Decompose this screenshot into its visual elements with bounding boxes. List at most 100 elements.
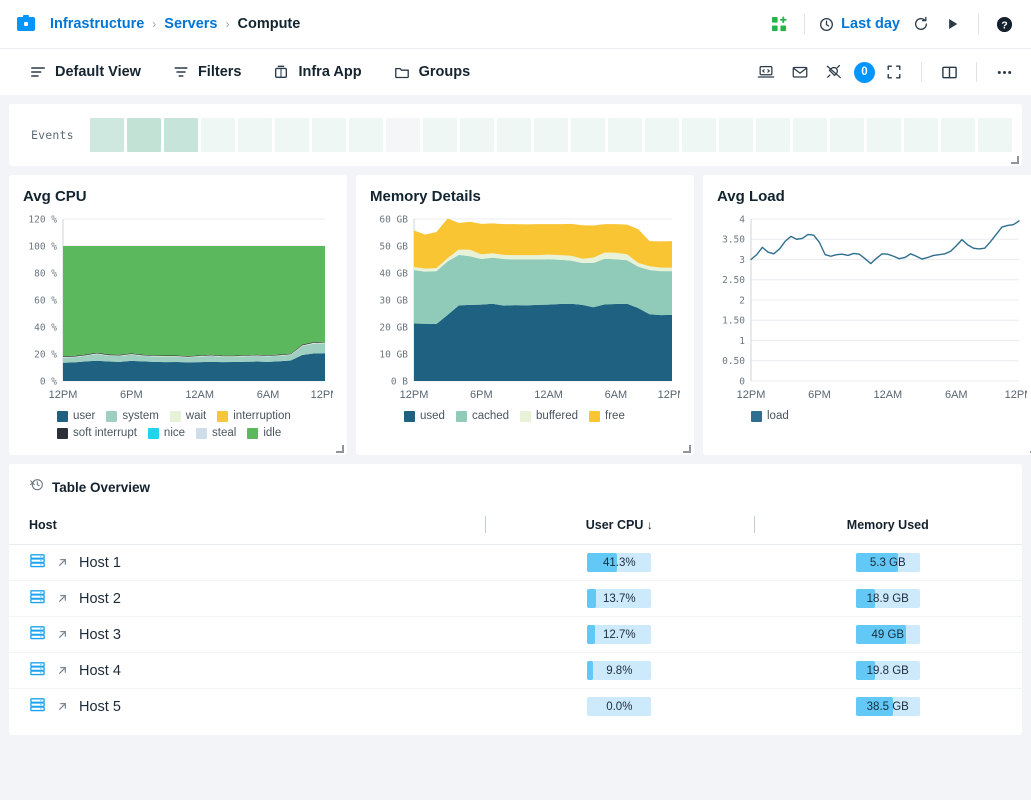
legend-item[interactable]: idle [247,427,281,439]
events-cell[interactable] [385,118,420,152]
groups-label: Groups [418,64,471,80]
legend-label: cached [471,410,510,422]
events-cell[interactable] [126,118,161,152]
column-header-user-cpu-label: User CPU [585,518,644,532]
host-name[interactable]: Host 3 [79,627,121,643]
svg-text:60 GB: 60 GB [379,214,408,225]
envelope-icon[interactable] [785,57,815,87]
legend-item[interactable]: load [751,410,789,422]
events-cell[interactable] [682,118,717,152]
legend-item[interactable]: free [589,410,625,422]
events-cell[interactable] [422,118,457,152]
external-link-arrow-icon[interactable] [56,592,69,605]
infrastructure-logo-icon[interactable] [16,14,36,34]
clock-icon [819,17,834,32]
events-cell[interactable] [904,118,939,152]
resize-handle[interactable] [1010,155,1019,164]
chart-title-avg-load: Avg Load [717,188,785,205]
column-header-host[interactable]: Host [9,510,486,545]
events-cell[interactable] [756,118,791,152]
plot-avg-load: 0 0.50 1 1.50 2 2.50 3 3.50 4 12PM 6PM 12AM 6AM 12PM [717,211,1027,407]
events-cell[interactable] [348,118,383,152]
refresh-icon[interactable] [906,9,936,39]
time-range-picker[interactable]: Last day [815,16,904,32]
events-cell[interactable] [644,118,679,152]
legend-item[interactable]: used [404,410,445,422]
view-selector-default-view[interactable]: Default View [28,60,143,84]
legend-label: load [767,410,789,422]
cell-memory-used: 19.8 GB [753,652,1022,689]
events-cell[interactable] [274,118,309,152]
events-cell[interactable] [200,118,235,152]
fullscreen-icon[interactable] [879,57,909,87]
breadcrumb-item-compute: Compute [237,16,301,32]
external-link-arrow-icon[interactable] [56,700,69,713]
table-row[interactable]: Host 3 12.7% 49 GB [9,616,1022,653]
laptop-code-icon[interactable] [751,57,781,87]
events-cell[interactable] [830,118,865,152]
column-header-user-cpu[interactable]: User CPU ↓ [485,510,754,545]
add-app-icon[interactable] [764,9,794,39]
help-circle-icon[interactable]: ? [989,9,1019,39]
plug-disconnected-icon[interactable] [819,57,849,87]
events-cell[interactable] [533,118,568,152]
external-link-arrow-icon[interactable] [56,664,69,677]
table-row[interactable]: Host 5 0.0% 38.5 GB [9,689,1022,725]
events-cell[interactable] [941,118,976,152]
table-row[interactable]: Host 1 41.3% 5.3 GB [9,544,1022,581]
server-rack-icon[interactable] [29,660,46,682]
events-cell[interactable] [570,118,605,152]
server-rack-icon[interactable] [29,588,46,610]
resize-handle[interactable] [335,444,344,453]
table-overview-card: Table Overview Host User CPU ↓ Memory Us… [9,464,1022,735]
breadcrumb-item-servers[interactable]: Servers [164,16,217,32]
split-view-icon[interactable] [934,57,964,87]
events-cell[interactable] [89,118,124,152]
events-cell[interactable] [496,118,531,152]
table-row[interactable]: Host 4 9.8% 19.8 GB [9,652,1022,689]
legend-item[interactable]: user [57,410,95,422]
host-name[interactable]: Host 2 [79,591,121,607]
events-cell[interactable] [311,118,346,152]
breadcrumb-item-infrastructure[interactable]: Infrastructure [50,16,144,32]
events-cell[interactable] [163,118,198,152]
filters-button[interactable]: Filters [171,60,244,84]
more-horizontal-icon[interactable] [989,57,1019,87]
groups-button[interactable]: Groups [392,60,473,84]
legend-item[interactable]: buffered [520,410,578,422]
play-icon[interactable] [938,9,968,39]
server-rack-icon[interactable] [29,696,46,718]
events-cell[interactable] [459,118,494,152]
svg-text:12PM: 12PM [658,389,680,401]
host-name[interactable]: Host 4 [79,663,121,679]
events-cell[interactable] [867,118,902,152]
host-name[interactable]: Host 5 [79,699,121,715]
table-row[interactable]: Host 2 13.7% 18.9 GB [9,580,1022,617]
events-cell[interactable] [719,118,754,152]
legend-item[interactable]: interruption [217,410,291,422]
column-header-memory-used[interactable]: Memory Used [753,510,1022,545]
server-rack-icon[interactable] [29,552,46,574]
events-timeline[interactable] [89,118,1013,152]
host-name[interactable]: Host 1 [79,555,121,571]
notification-badge[interactable]: 0 [854,61,875,83]
external-link-arrow-icon[interactable] [56,628,69,641]
legend-item[interactable]: nice [147,427,185,439]
legend-label: used [420,410,445,422]
events-cell[interactable] [237,118,272,152]
infra-app-button[interactable]: Infra App [271,60,363,84]
events-cell[interactable] [978,118,1013,152]
resize-handle[interactable] [682,444,691,453]
external-link-arrow-icon[interactable] [56,556,69,569]
value-bar: 19.8 GB [855,661,920,680]
legend-item[interactable]: steal [196,427,236,439]
legend-item[interactable]: wait [169,410,206,422]
legend-item[interactable]: system [106,410,159,422]
legend-item[interactable]: cached [455,410,510,422]
events-cell[interactable] [607,118,642,152]
events-cell[interactable] [793,118,828,152]
server-rack-icon[interactable] [29,624,46,646]
legend-label: user [73,410,96,422]
svg-text:6AM: 6AM [945,389,968,401]
legend-item[interactable]: soft interrupt [57,427,137,439]
